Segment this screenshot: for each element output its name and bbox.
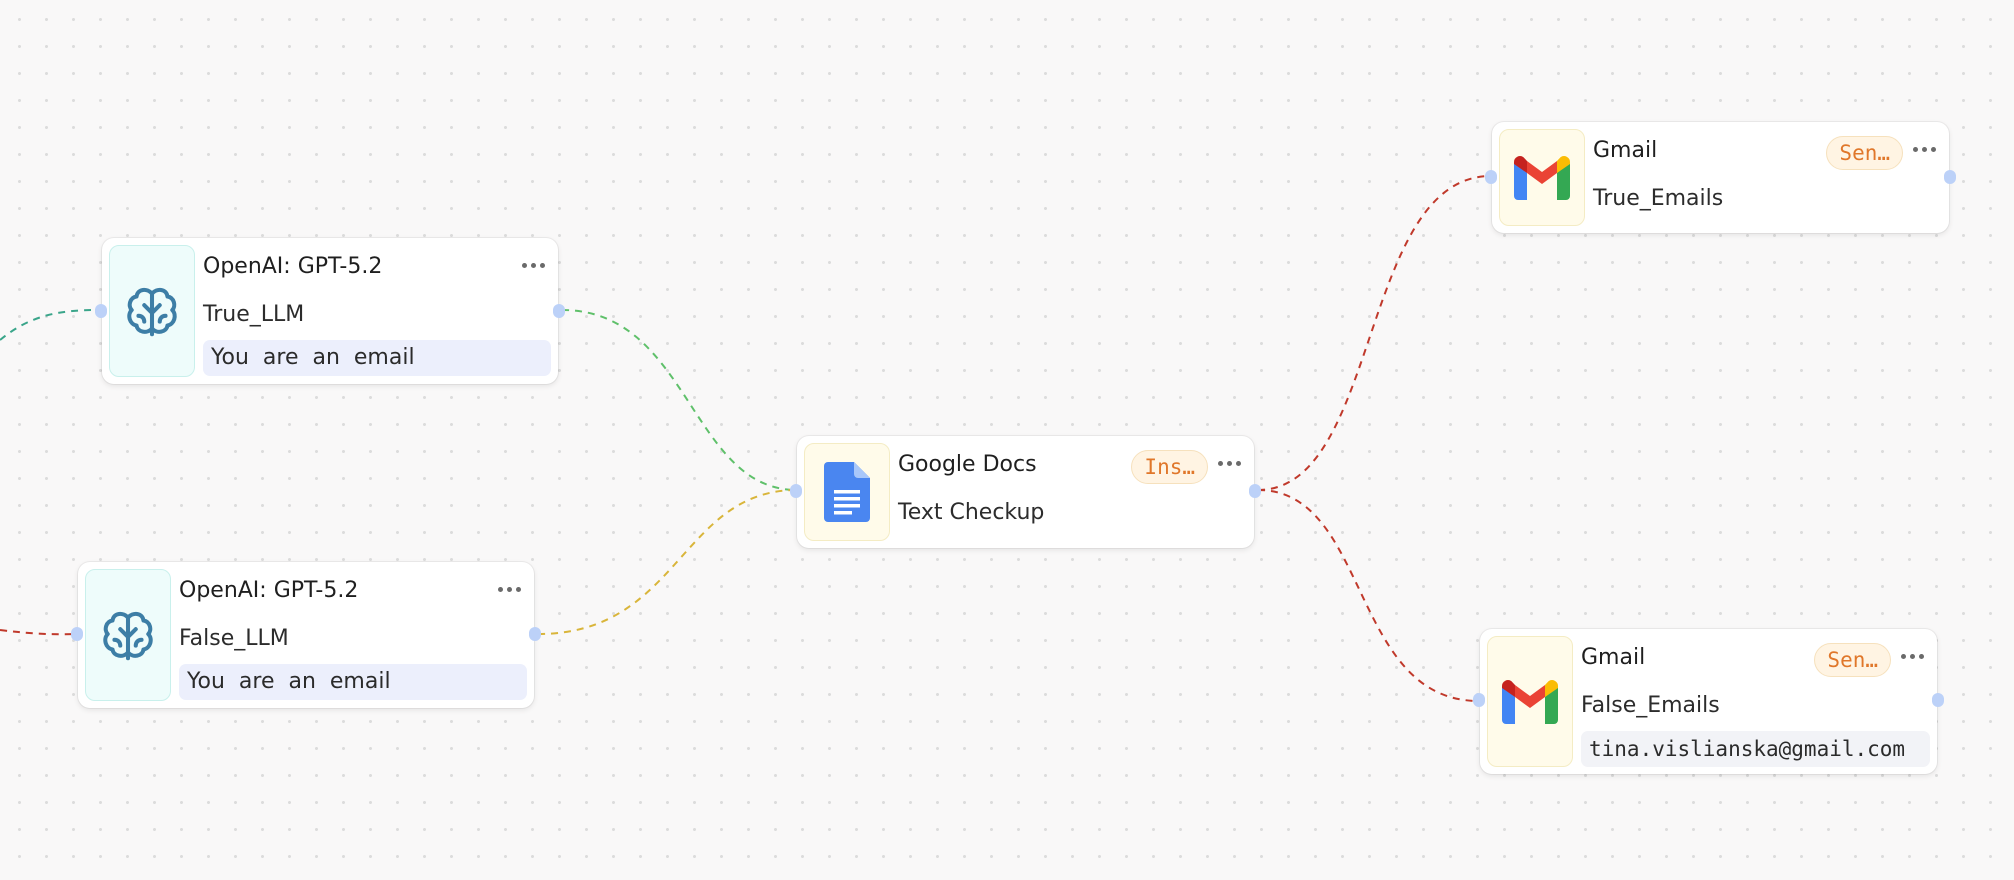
node-gmail-true[interactable]: Gmail Sen… True_Emails — [1485, 122, 1956, 233]
input-handle[interactable] — [1485, 170, 1497, 184]
prompt-preview[interactable]: You are an email — [203, 340, 551, 376]
node-name: False_Emails — [1581, 693, 1720, 718]
node-title: Gmail — [1581, 645, 1646, 670]
input-handle[interactable] — [95, 304, 107, 318]
node-name: True_LLM — [203, 302, 305, 327]
edge-true-llm-to-docs — [561, 309, 798, 491]
more-options-icon[interactable] — [494, 576, 524, 602]
edge-docs-to-gmail-true — [1257, 175, 1492, 491]
node-google-docs[interactable]: Google Docs Ins… Text Checkup — [790, 436, 1261, 548]
node-false-llm[interactable]: OpenAI: GPT-5.2 False_LLM You are an ema… — [71, 562, 541, 708]
recipient-field[interactable]: tina.vislianska@gmail.com — [1581, 731, 1930, 767]
output-handle[interactable] — [529, 627, 541, 641]
workflow-canvas[interactable]: OpenAI: GPT-5.2 True_LLM You are an emai… — [0, 0, 2014, 880]
output-handle[interactable] — [1249, 484, 1261, 498]
node-name: False_LLM — [179, 626, 289, 651]
action-badge: Sen… — [1814, 643, 1891, 677]
node-title: OpenAI: GPT-5.2 — [203, 254, 383, 279]
edge-incoming-false-llm — [0, 629, 80, 636]
output-handle[interactable] — [1944, 170, 1956, 184]
more-options-icon[interactable] — [1214, 450, 1244, 476]
more-options-icon[interactable] — [1897, 643, 1927, 669]
output-handle[interactable] — [1932, 693, 1944, 707]
node-true-llm[interactable]: OpenAI: GPT-5.2 True_LLM You are an emai… — [95, 238, 565, 384]
brain-icon — [109, 245, 195, 377]
prompt-preview[interactable]: You are an email — [179, 664, 527, 700]
gmail-icon — [1487, 636, 1573, 767]
node-name: Text Checkup — [898, 500, 1045, 525]
input-handle[interactable] — [71, 627, 83, 641]
more-options-icon[interactable] — [1909, 136, 1939, 162]
node-title: Gmail — [1593, 138, 1658, 163]
edge-docs-to-gmail-false — [1257, 489, 1480, 702]
more-options-icon[interactable] — [518, 252, 548, 278]
google-docs-icon — [804, 443, 890, 541]
action-badge: Ins… — [1131, 450, 1208, 484]
edge-false-llm-to-docs — [537, 489, 798, 635]
node-gmail-false[interactable]: Gmail Sen… False_Emails tina.vislianska@… — [1473, 629, 1944, 774]
input-handle[interactable] — [1473, 693, 1485, 707]
output-handle[interactable] — [553, 304, 565, 318]
brain-icon — [85, 569, 171, 701]
node-title: OpenAI: GPT-5.2 — [179, 578, 359, 603]
action-badge: Sen… — [1826, 136, 1903, 170]
edge-incoming-true-llm — [0, 309, 99, 341]
input-handle[interactable] — [790, 484, 802, 498]
gmail-icon — [1499, 129, 1585, 226]
node-name: True_Emails — [1593, 186, 1724, 211]
node-title: Google Docs — [898, 452, 1037, 477]
